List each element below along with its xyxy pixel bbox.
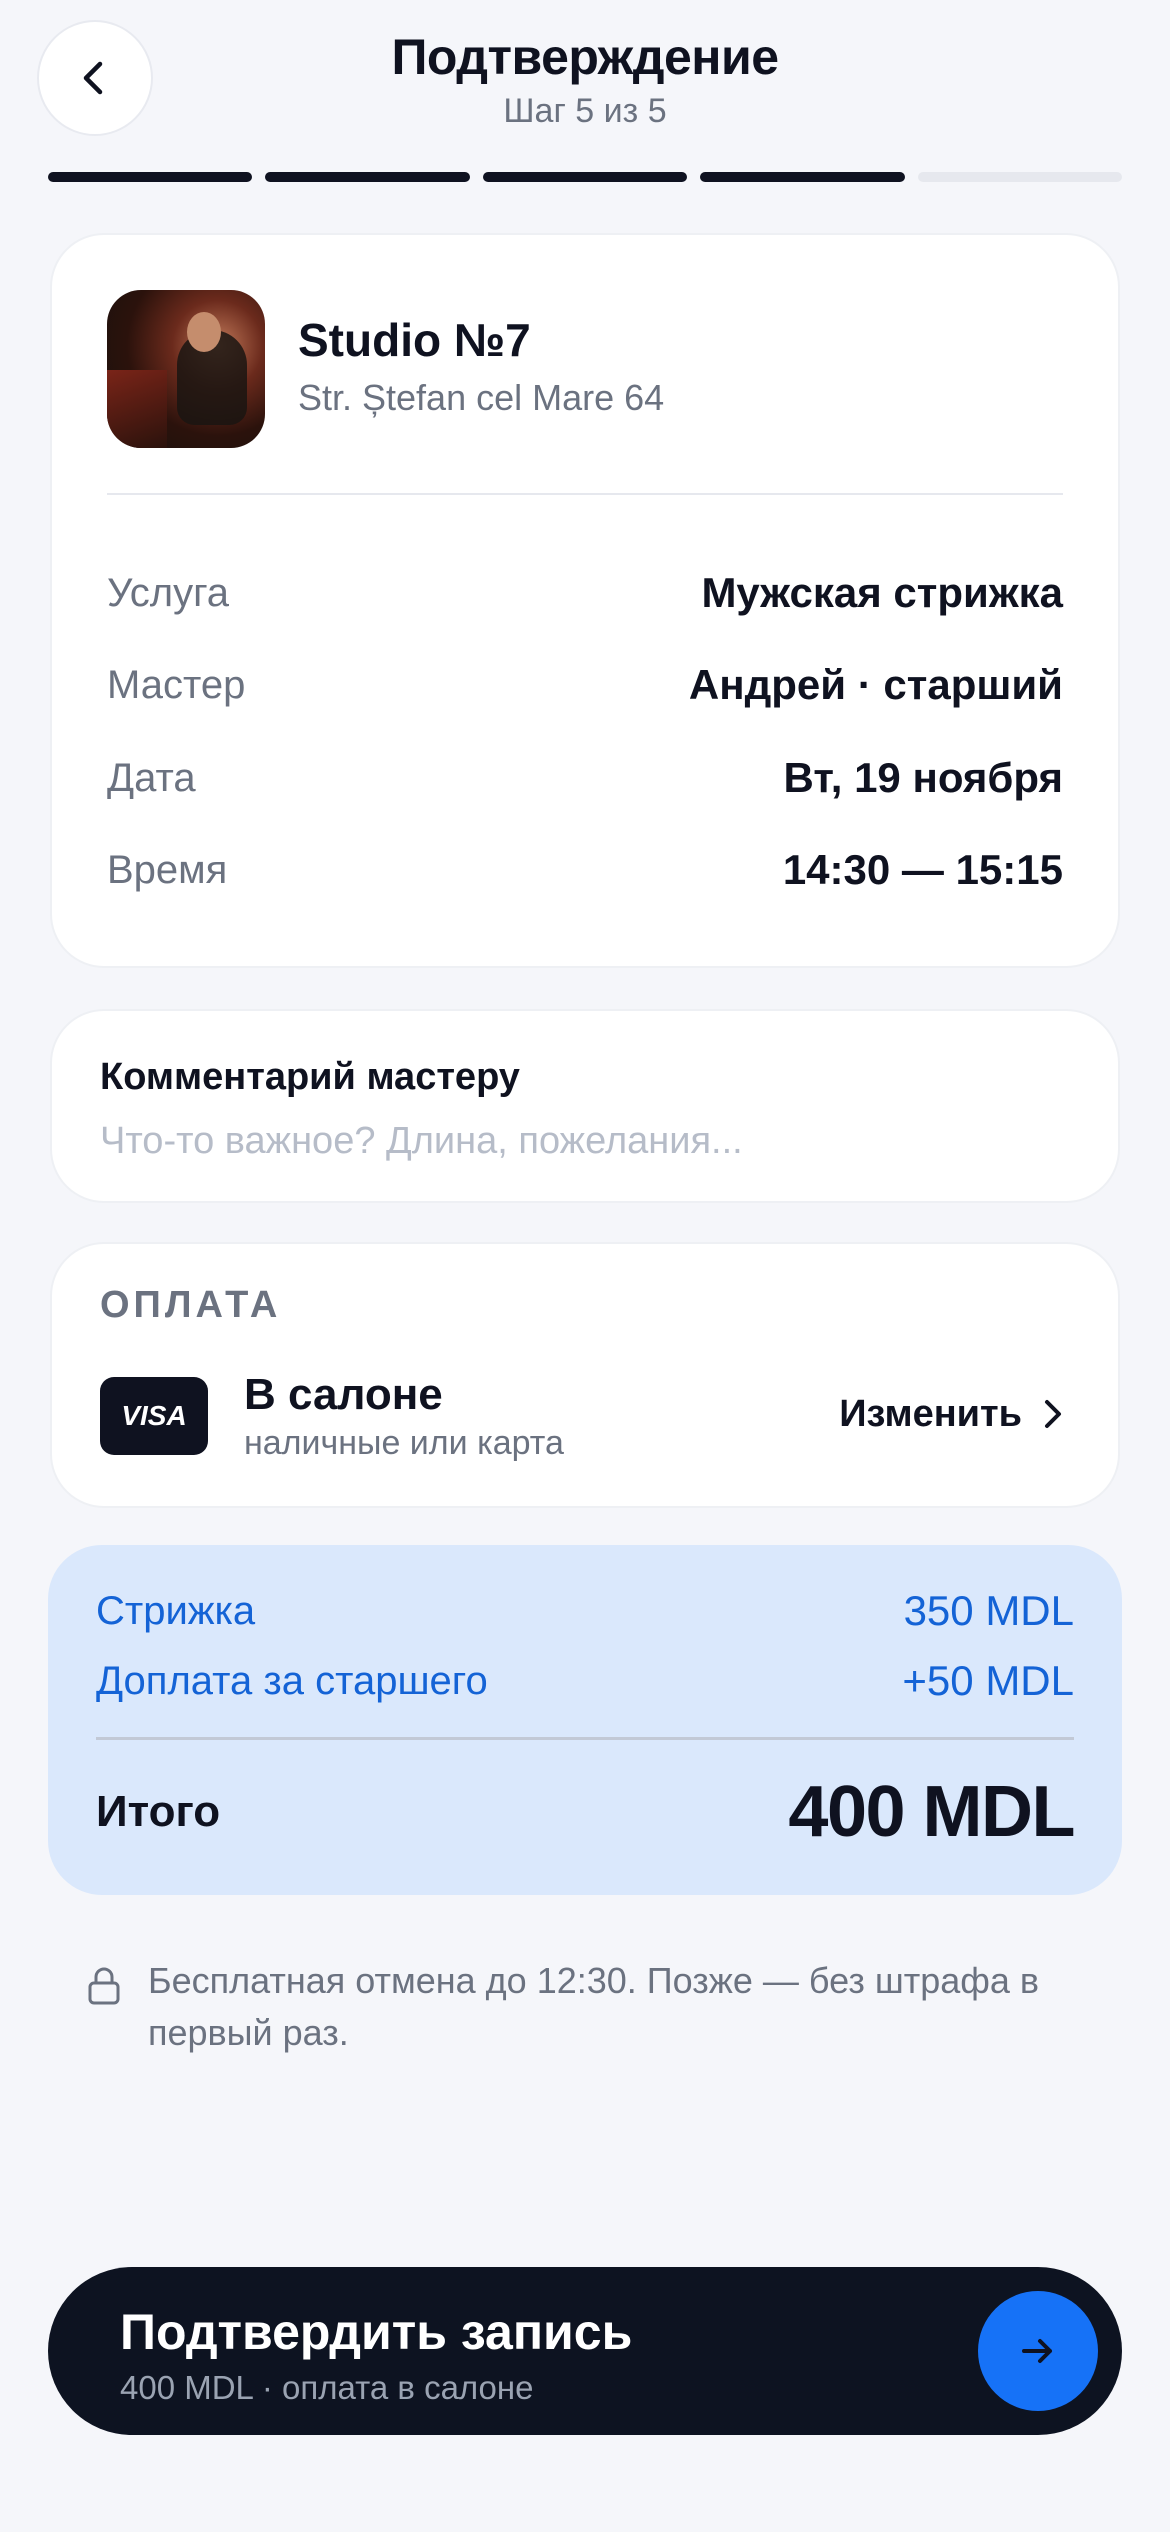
salon-photo bbox=[107, 290, 265, 448]
visa-card-icon: VISA bbox=[100, 1377, 208, 1455]
price-line-label: Стрижка bbox=[96, 1588, 256, 1633]
progress-segment bbox=[48, 172, 253, 182]
price-line-amount: +50 MDL bbox=[902, 1657, 1074, 1704]
payment-card: ОПЛАТА VISA В салоне наличные или карта … bbox=[50, 1242, 1120, 1508]
price-summary: Стрижка 350 MDL Доплата за старшего +50 … bbox=[48, 1545, 1122, 1895]
price-line-label: Доплата за старшего bbox=[96, 1658, 488, 1703]
confirm-button-sub: 400 MDL · оплата в салоне bbox=[120, 2369, 534, 2406]
booking-details-card: Studio №7 Str. Ștefan cel Mare 64 Услуга… bbox=[50, 233, 1120, 968]
comment-input[interactable] bbox=[100, 1111, 1060, 1171]
detail-label: Услуга bbox=[107, 570, 230, 615]
detail-row-service: Услуга Мужская стрижка bbox=[107, 563, 1063, 623]
payment-method: В салоне bbox=[244, 1370, 443, 1419]
price-line: Стрижка 350 MDL bbox=[96, 1587, 1074, 1635]
step-indicator: Шаг 5 из 5 bbox=[503, 92, 667, 130]
lock-icon bbox=[88, 1967, 120, 2005]
change-payment-label: Изменить bbox=[839, 1392, 1022, 1435]
detail-row-time: Время 14:30 — 15:15 bbox=[107, 840, 1063, 900]
change-payment-button[interactable]: Изменить bbox=[839, 1384, 1066, 1444]
detail-label: Время bbox=[107, 847, 228, 892]
divider bbox=[107, 493, 1063, 495]
step-progress-bar bbox=[48, 172, 1123, 182]
comment-label: Комментарий мастеру bbox=[100, 1056, 520, 1098]
detail-value: Андрей · старший bbox=[688, 661, 1063, 708]
confirm-button-label: Подтвердить запись bbox=[120, 2304, 633, 2360]
confirm-arrow-button[interactable] bbox=[978, 2291, 1098, 2411]
total-value: 400 MDL bbox=[788, 1772, 1075, 1852]
progress-segment bbox=[482, 172, 688, 182]
detail-row-master: Мастер Андрей · старший bbox=[107, 655, 1063, 715]
detail-value: Вт, 19 ноября bbox=[783, 754, 1063, 801]
detail-value: 14:30 — 15:15 bbox=[782, 846, 1063, 893]
chevron-right-icon bbox=[1045, 1400, 1061, 1428]
total-row: Итого 400 MDL bbox=[96, 1767, 1075, 1857]
payment-method-sub: наличные или карта bbox=[244, 1424, 564, 1462]
salon-address: Str. Ștefan cel Mare 64 bbox=[298, 377, 665, 418]
booking-confirmation-screen: Подтверждение Шаг 5 из 5 Studio №7 Str. … bbox=[0, 0, 1170, 2532]
progress-segment bbox=[917, 172, 1123, 182]
price-line: Доплата за старшего +50 MDL bbox=[96, 1657, 1074, 1705]
cancellation-note: Бесплатная отмена до 12:30. Позже — без … bbox=[148, 1960, 1040, 2053]
detail-label: Дата bbox=[107, 755, 196, 800]
detail-value: Мужская стрижка bbox=[701, 569, 1063, 616]
arrow-right-icon bbox=[1022, 2339, 1052, 2363]
divider bbox=[96, 1737, 1074, 1740]
progress-segment bbox=[700, 172, 905, 182]
salon-name: Studio №7 bbox=[298, 314, 531, 366]
confirm-booking-button[interactable]: Подтвердить запись 400 MDL · оплата в са… bbox=[48, 2267, 1122, 2435]
progress-segment bbox=[265, 172, 470, 182]
detail-label: Мастер bbox=[107, 662, 246, 707]
price-line-amount: 350 MDL bbox=[903, 1587, 1074, 1634]
comment-card: Комментарий мастеру bbox=[50, 1009, 1120, 1203]
page-title: Подтверждение bbox=[391, 29, 779, 85]
payment-section-title: ОПЛАТА bbox=[100, 1284, 282, 1326]
detail-row-date: Дата Вт, 19 ноября bbox=[107, 748, 1063, 808]
total-label: Итого bbox=[96, 1787, 221, 1836]
